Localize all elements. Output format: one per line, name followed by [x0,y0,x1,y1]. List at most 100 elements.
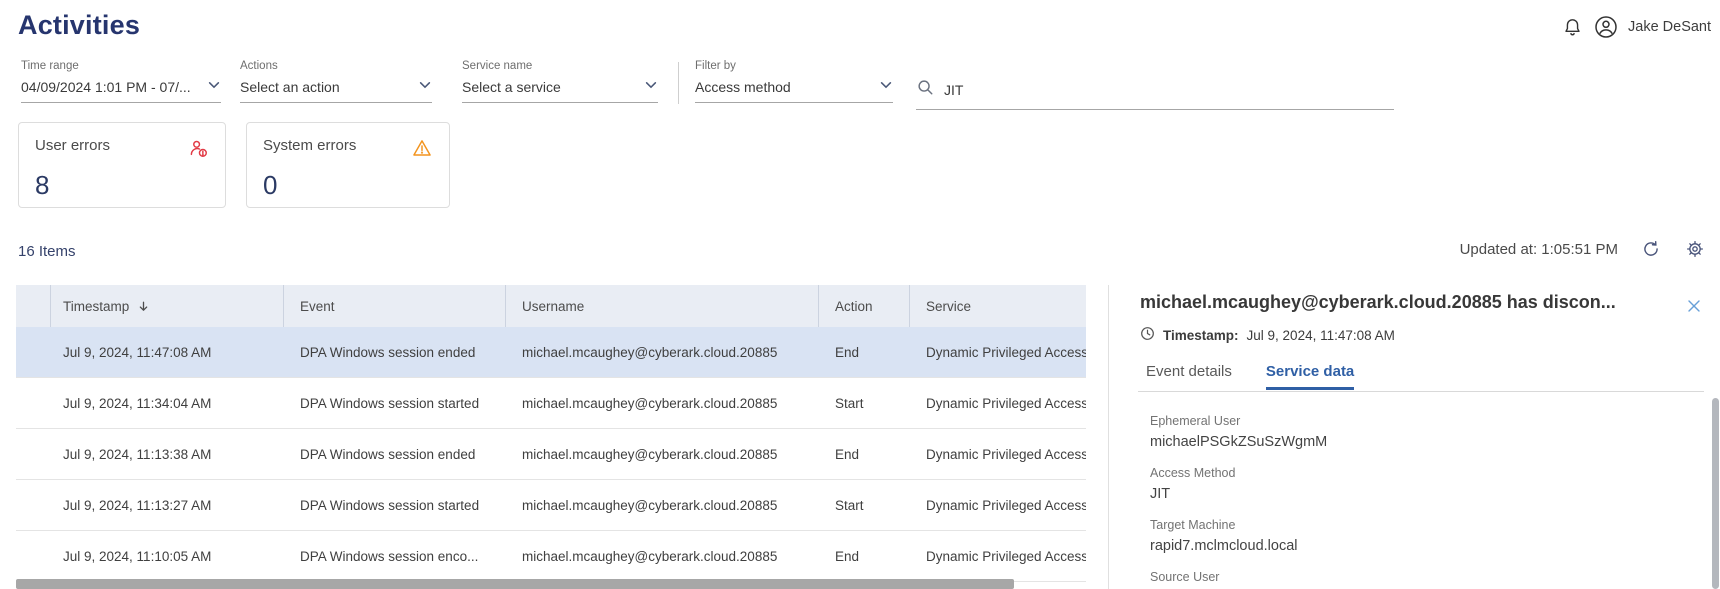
field-target-machine: Target Machine rapid7.mclmcloud.local [1150,518,1327,570]
system-errors-label: System errors [263,137,357,154]
field-access-method: Access Method JIT [1150,466,1327,518]
close-icon[interactable] [1684,296,1704,316]
warning-icon [411,137,433,164]
field-label: Source User [1150,570,1220,584]
updated-at-text: Updated at: 1:05:51 PM [1459,240,1618,258]
details-panel-divider [1108,285,1109,589]
field-label: Access Method [1150,466,1236,480]
cell-username: michael.mcaughey@cyberark.cloud.20885 [522,446,778,462]
cell-timestamp: Jul 9, 2024, 11:34:04 AM [63,395,212,411]
column-header-event[interactable]: Event [284,285,506,327]
row-select-cell [16,327,51,377]
table-row[interactable]: Jul 9, 2024, 11:13:27 AM DPA Windows ses… [16,480,1086,531]
cell-username: michael.mcaughey@cyberark.cloud.20885 [522,344,778,360]
filter-by-dropdown[interactable]: Filter by Access method [695,60,893,103]
table-row[interactable]: Jul 9, 2024, 11:10:05 AM DPA Windows ses… [16,531,1086,582]
row-select-cell [16,429,51,479]
tab-service-data[interactable]: Service data [1265,363,1355,390]
user-errors-card[interactable]: User errors 8 [18,122,226,208]
time-range-value: 04/09/2024 1:01 PM - 07/... [21,78,191,95]
column-header-timestamp[interactable]: Timestamp [51,285,284,327]
row-select-cell [16,378,51,428]
updated-group: Updated at: 1:05:51 PM [1460,238,1706,260]
cell-service: Dynamic Privileged Access [926,548,1086,564]
user-error-icon [187,137,209,164]
details-panel-title: michael.mcaughey@cyberark.cloud.20885 ha… [1140,292,1616,312]
cell-action: End [835,446,860,462]
select-column-header [16,285,51,327]
time-range-filter[interactable]: Time range 04/09/2024 1:01 PM - 07/... [21,60,221,103]
details-timestamp-row: Timestamp: Jul 9, 2024, 11:47:08 AM [1140,326,1395,344]
activities-table: Timestamp Event Username Action Service … [16,285,1086,582]
chevron-down-icon [644,78,658,95]
cell-service: Dynamic Privileged Access [926,395,1086,411]
service-name-value: Select a service [462,78,561,95]
table-row[interactable]: Jul 9, 2024, 11:34:04 AM DPA Windows ses… [16,378,1086,429]
cell-action: End [835,344,860,360]
time-range-label: Time range [21,60,79,72]
service-name-label: Service name [462,60,533,72]
cell-service: Dynamic Privileged Access [926,344,1086,360]
user-errors-label: User errors [35,137,111,154]
field-ephemeral-user: Ephemeral User michaelPSGkZSuSzWgmM [1150,414,1327,466]
refresh-icon[interactable] [1640,238,1662,260]
vertical-scrollbar[interactable] [1712,398,1719,589]
row-select-cell [16,480,51,530]
cell-timestamp: Jul 9, 2024, 11:13:38 AM [63,446,212,462]
topbar-right: Jake DeSant [1560,15,1711,39]
cell-username: michael.mcaughey@cyberark.cloud.20885 [522,497,778,513]
settings-gear-icon[interactable] [1684,238,1706,260]
service-data-fields: Ephemeral User michaelPSGkZSuSzWgmM Acce… [1150,414,1327,589]
field-value: JIT [1150,486,1171,502]
activities-page: Activities Jake DeSant Time range 04/09/… [0,0,1720,589]
cell-event: DPA Windows session ended [300,446,476,462]
actions-label: Actions [240,60,278,72]
column-header-service[interactable]: Service [910,285,1086,327]
details-timestamp-value: Jul 9, 2024, 11:47:08 AM [1246,327,1395,343]
table-header-row: Timestamp Event Username Action Service [16,285,1086,327]
search-input[interactable]: JIT [916,78,1394,110]
filter-by-label: Filter by [695,60,736,72]
notifications-bell-icon[interactable] [1560,15,1584,39]
tabs-underline [1138,391,1704,392]
column-header-username[interactable]: Username [506,285,819,327]
cell-event: DPA Windows session started [300,395,480,411]
cell-timestamp: Jul 9, 2024, 11:13:27 AM [63,497,212,513]
cell-event: DPA Windows session started [300,497,480,513]
user-name[interactable]: Jake DeSant [1628,19,1711,35]
cell-event: DPA Windows session enco... [300,548,479,564]
table-row[interactable]: Jul 9, 2024, 11:13:38 AM DPA Windows ses… [16,429,1086,480]
sort-descending-icon [137,300,150,313]
field-value: rapid7.mclmcloud.local [1150,538,1298,554]
details-tabs: Event details Service data [1146,363,1355,390]
user-avatar-icon[interactable] [1594,15,1618,39]
cell-username: michael.mcaughey@cyberark.cloud.20885 [522,395,778,411]
chevron-down-icon [418,78,432,95]
cell-timestamp: Jul 9, 2024, 11:10:05 AM [63,548,212,564]
filter-divider [678,62,679,104]
chevron-down-icon [207,78,221,95]
filter-by-value: Access method [695,78,791,95]
cell-username: michael.mcaughey@cyberark.cloud.20885 [522,548,778,564]
system-errors-card[interactable]: System errors 0 [246,122,450,208]
field-value: michaelPSGkZSuSzWgmM [1150,434,1328,450]
user-errors-value: 8 [35,170,50,200]
details-timestamp-label: Timestamp: [1163,327,1239,343]
field-label: Target Machine [1150,518,1236,532]
field-source-user: Source User [1150,570,1327,589]
system-errors-value: 0 [263,170,278,200]
column-header-action[interactable]: Action [819,285,910,327]
cell-action: End [835,548,860,564]
items-count: 16 Items [18,243,76,260]
service-name-filter[interactable]: Service name Select a service [462,60,658,103]
cell-event: DPA Windows session ended [300,344,476,360]
table-row[interactable]: Jul 9, 2024, 11:47:08 AM DPA Windows ses… [16,327,1086,378]
horizontal-scrollbar[interactable] [16,579,1014,589]
field-label: Ephemeral User [1150,414,1241,428]
tab-event-details[interactable]: Event details [1146,363,1232,390]
actions-filter[interactable]: Actions Select an action [240,60,432,103]
clock-icon [1140,326,1155,344]
cell-action: Start [835,395,864,411]
cell-service: Dynamic Privileged Access [926,497,1086,513]
row-select-cell [16,531,51,581]
